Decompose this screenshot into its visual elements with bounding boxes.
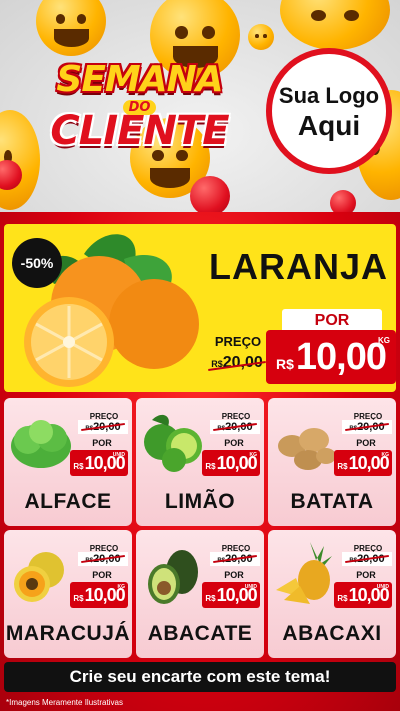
new-price: R$ 10,00 UNID <box>202 582 260 608</box>
logo-placeholder: Sua Logo Aqui <box>266 48 392 174</box>
create-flyer-button[interactable]: Crie seu encarte com este tema! <box>4 662 396 692</box>
product-card-maracuja: PREÇO R$20,00 POR R$ 10,00 KG MARACUJÁ <box>4 530 132 658</box>
product-name: LIMÃO <box>164 490 236 513</box>
new-price: R$ 10,00 UNID <box>70 450 128 476</box>
emoji-face-icon <box>36 0 106 56</box>
product-card-batata: PREÇO R$20,00 POR R$ 10,00 KG BATATA <box>268 398 396 526</box>
product-card-limao: PREÇO R$20,00 POR R$ 10,00 KG LIMÃO <box>136 398 264 526</box>
new-price: R$ 10,00 KG <box>70 582 128 608</box>
product-name: ABACATE <box>147 622 253 645</box>
old-price: R$20,00 <box>210 420 260 434</box>
product-card-abacaxi: PREÇO R$20,00 POR R$ 10,00 UNID ABACAXI <box>268 530 396 658</box>
logo-line1: Sua Logo <box>278 83 380 108</box>
old-price: R$20,00 <box>204 354 270 378</box>
new-price: R$ 10,00 KG <box>202 450 260 476</box>
logo-line2: Aqui <box>297 110 361 141</box>
hero-banner: SEMANA DO CLIENTE Sua Logo Aqui <box>0 0 400 220</box>
product-name: MARACUJÁ <box>5 622 131 645</box>
product-name: ABACAXI <box>282 622 382 645</box>
product-card-alface: PREÇO R$20,00 POR R$ 10,00 UNID ALFACE <box>4 398 132 526</box>
passion-fruit-image-icon <box>14 552 64 602</box>
new-price: R$ 10,00 KG <box>266 330 396 384</box>
featured-product-name: LARANJA <box>209 246 389 287</box>
lettuce-image-icon <box>11 420 71 468</box>
disclaimer-footnote: *Imagens Meramente Ilustrativas <box>6 698 123 707</box>
pineapple-image-icon <box>276 542 332 604</box>
discount-badge: -50% <box>12 238 62 288</box>
old-price: R$20,00 <box>78 552 128 566</box>
old-price: R$20,00 <box>342 420 392 434</box>
old-price: R$20,00 <box>78 420 128 434</box>
new-price: R$ 10,00 KG <box>334 450 392 476</box>
old-price: R$20,00 <box>342 552 392 566</box>
emoji-face-icon <box>248 24 274 50</box>
new-price: R$ 10,00 UNID <box>334 582 392 608</box>
potato-image-icon <box>278 428 336 470</box>
title-semana: SEMANA <box>56 59 223 100</box>
old-price-label: PREÇO <box>214 334 262 349</box>
title-do: DO <box>122 100 157 115</box>
product-name: ALFACE <box>24 490 112 513</box>
old-price: R$20,00 <box>210 552 260 566</box>
title-cliente: CLIENTE <box>50 108 229 154</box>
avocado-image-icon <box>148 550 198 604</box>
heart-bubble-icon <box>190 176 230 216</box>
product-card-abacate: PREÇO R$20,00 POR R$ 10,00 UNID ABACATE <box>136 530 264 658</box>
featured-offer-card: -50% LARANJA PREÇO R$20,00 POR R$ 10,00 … <box>4 224 396 392</box>
campaign-title: SEMANA DO CLIENTE <box>22 59 257 154</box>
price-unit: KG <box>378 336 390 345</box>
emoji-face-icon <box>280 0 390 50</box>
lime-image-icon <box>144 414 202 472</box>
product-name: BATATA <box>290 490 374 513</box>
